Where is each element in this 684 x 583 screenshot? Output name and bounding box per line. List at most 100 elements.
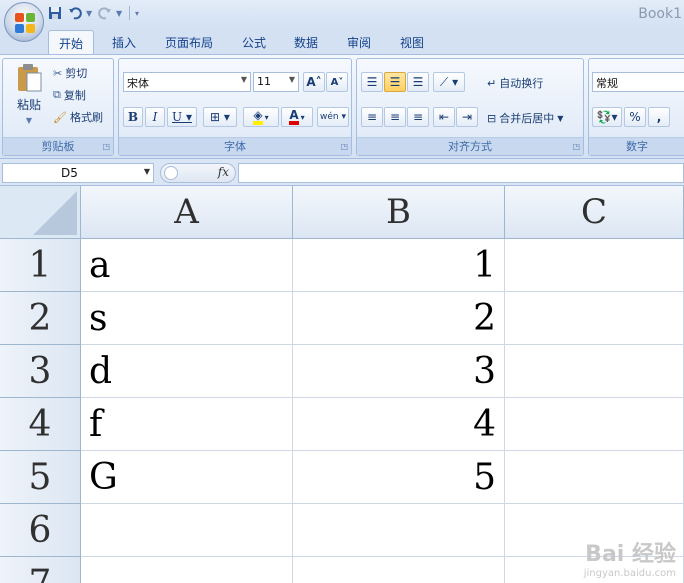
clipboard-launcher-icon[interactable]: ◳ (102, 142, 110, 151)
row-header[interactable]: 2 (0, 292, 81, 345)
formula-buttons: fx (160, 163, 236, 183)
cell-c4[interactable] (505, 398, 684, 451)
font-size-combo[interactable]: 11 ▼ (253, 72, 299, 92)
comma-style-button[interactable]: , (648, 107, 670, 127)
cell-c1[interactable] (505, 239, 684, 292)
fill-color-button[interactable]: ◈ ▾ (243, 107, 279, 127)
align-left-button[interactable]: ≡ (361, 107, 383, 127)
cell-c5[interactable] (505, 451, 684, 504)
alignment-group: ☰ ☰ ☰ ⟋ ▾ ↵ 自动换行 ≡ ≡ ≡ ⇤ ⇥ ⊟ 合并后居中 ▼ 对齐方… (356, 58, 584, 156)
underline-button[interactable]: U ▾ (167, 107, 197, 127)
font-color-icon: A (289, 109, 299, 125)
tab-page-layout[interactable]: 页面布局 (155, 30, 223, 54)
percent-style-button[interactable]: % (624, 107, 646, 127)
decrease-indent-icon: ⇤ (438, 110, 450, 124)
align-middle-button[interactable]: ☰ (384, 72, 406, 92)
copy-button[interactable]: ⧉ 复制 (53, 87, 86, 103)
cell-c2[interactable] (505, 292, 684, 345)
formula-bar: D5 ▼ fx (0, 158, 684, 186)
decrease-indent-button[interactable]: ⇤ (433, 107, 455, 127)
clipboard-group: 粘贴 ▼ ✂ 剪切 ⧉ 复制 🖌 格式刷 剪贴板 ◳ (2, 58, 114, 156)
align-right-button[interactable]: ≡ (407, 107, 429, 127)
number-format-combo[interactable]: 常规 (592, 72, 684, 92)
wrap-text-button[interactable]: ↵ 自动换行 (487, 75, 543, 91)
percent-label: % (629, 110, 641, 124)
name-box[interactable]: D5 ▼ (2, 163, 154, 183)
cut-button[interactable]: ✂ 剪切 (53, 65, 87, 81)
merge-center-button[interactable]: ⊟ 合并后居中 ▼ (487, 110, 563, 126)
column-header-b[interactable]: B (293, 186, 505, 239)
cell-a2[interactable]: s (81, 292, 293, 345)
tab-formulas[interactable]: 公式 (232, 30, 276, 54)
expand-handle-icon[interactable] (164, 166, 178, 180)
copy-icon: ⧉ (53, 88, 61, 101)
cell-a4[interactable]: f (81, 398, 293, 451)
cell-a3[interactable]: d (81, 345, 293, 398)
grow-font-button[interactable]: A˄ (303, 72, 325, 92)
undo-icon[interactable] (66, 4, 84, 22)
chevron-down-icon: ▼ (240, 75, 247, 84)
format-painter-label: 格式刷 (69, 111, 103, 124)
format-painter-button[interactable]: 🖌 格式刷 (53, 109, 103, 125)
customize-qat-icon[interactable]: ▾ (135, 9, 143, 18)
bold-button[interactable]: B (123, 107, 143, 127)
tab-insert[interactable]: 插入 (102, 30, 146, 54)
select-all-button[interactable] (0, 186, 81, 239)
wrap-text-icon: ↵ (487, 76, 497, 90)
phonetic-guide-button[interactable]: wén ▾ (317, 107, 349, 127)
scissors-icon: ✂ (53, 66, 63, 80)
row-header[interactable]: 6 (0, 504, 81, 557)
paste-dropdown-icon[interactable]: ▼ (26, 116, 32, 125)
cell-a1[interactable]: a (81, 239, 293, 292)
merge-dropdown-icon[interactable]: ▼ (557, 114, 563, 123)
tab-view[interactable]: 视图 (390, 30, 434, 54)
tab-home[interactable]: 开始 (48, 30, 95, 54)
brush-icon: 🖌 (53, 110, 67, 124)
merge-cells-icon: ⊟ (487, 111, 497, 125)
font-group-label: 字体 (119, 137, 351, 155)
orientation-button[interactable]: ⟋ ▾ (433, 72, 465, 92)
align-bottom-button[interactable]: ☰ (407, 72, 429, 92)
cell-b2[interactable]: 2 (293, 292, 505, 345)
italic-button[interactable]: I (145, 107, 165, 127)
tab-review[interactable]: 审阅 (337, 30, 381, 54)
shrink-font-button[interactable]: A˅ (326, 72, 348, 92)
redo-icon[interactable] (96, 4, 114, 22)
cell-a6[interactable] (81, 504, 293, 557)
row-header[interactable]: 5 (0, 451, 81, 504)
font-color-button[interactable]: A ▾ (281, 107, 313, 127)
cell-b5[interactable]: 5 (293, 451, 505, 504)
align-center-button[interactable]: ≡ (384, 107, 406, 127)
paste-button[interactable]: 粘贴 ▼ (9, 63, 49, 125)
cell-b1[interactable]: 1 (293, 239, 505, 292)
cell-b4[interactable]: 4 (293, 398, 505, 451)
row-header[interactable]: 1 (0, 239, 81, 292)
formula-input[interactable] (238, 163, 684, 183)
increase-indent-button[interactable]: ⇥ (456, 107, 478, 127)
insert-function-button[interactable]: fx (218, 165, 229, 179)
borders-button[interactable]: ⊞ ▾ (203, 107, 237, 127)
redo-dropdown-icon[interactable]: ▼ (116, 9, 124, 18)
cell-a5[interactable]: G (81, 451, 293, 504)
paste-label: 粘贴 (16, 98, 41, 112)
row-header[interactable]: 3 (0, 345, 81, 398)
cell-c3[interactable] (505, 345, 684, 398)
cell-b3[interactable]: 3 (293, 345, 505, 398)
office-button[interactable] (4, 2, 44, 42)
undo-dropdown-icon[interactable]: ▼ (86, 9, 94, 18)
align-top-button[interactable]: ☰ (361, 72, 383, 92)
row-header[interactable]: 4 (0, 398, 81, 451)
tab-data[interactable]: 数据 (284, 30, 328, 54)
font-name-combo[interactable]: 宋体 ▼ (123, 72, 251, 92)
alignment-launcher-icon[interactable]: ◳ (572, 142, 580, 151)
column-header-a[interactable]: A (81, 186, 293, 239)
underline-icon: U ▾ (172, 110, 192, 124)
cell-b7[interactable] (293, 557, 505, 583)
cell-a7[interactable] (81, 557, 293, 583)
row-header[interactable]: 7 (0, 557, 81, 583)
cell-b6[interactable] (293, 504, 505, 557)
column-header-c[interactable]: C (505, 186, 684, 239)
save-icon[interactable] (46, 4, 64, 22)
font-launcher-icon[interactable]: ◳ (340, 142, 348, 151)
accounting-format-button[interactable]: 💱▾ (592, 107, 622, 127)
